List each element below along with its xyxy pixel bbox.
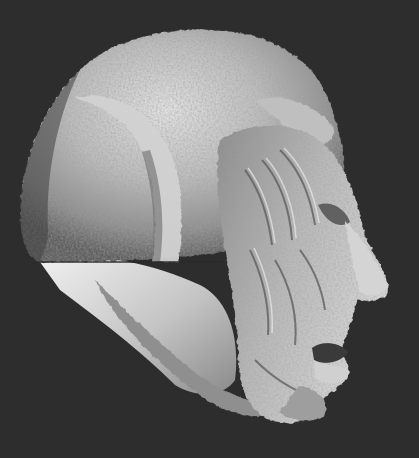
3d-viewport-canvas[interactable] [0, 0, 419, 458]
sculpted-head-model[interactable] [0, 0, 419, 458]
